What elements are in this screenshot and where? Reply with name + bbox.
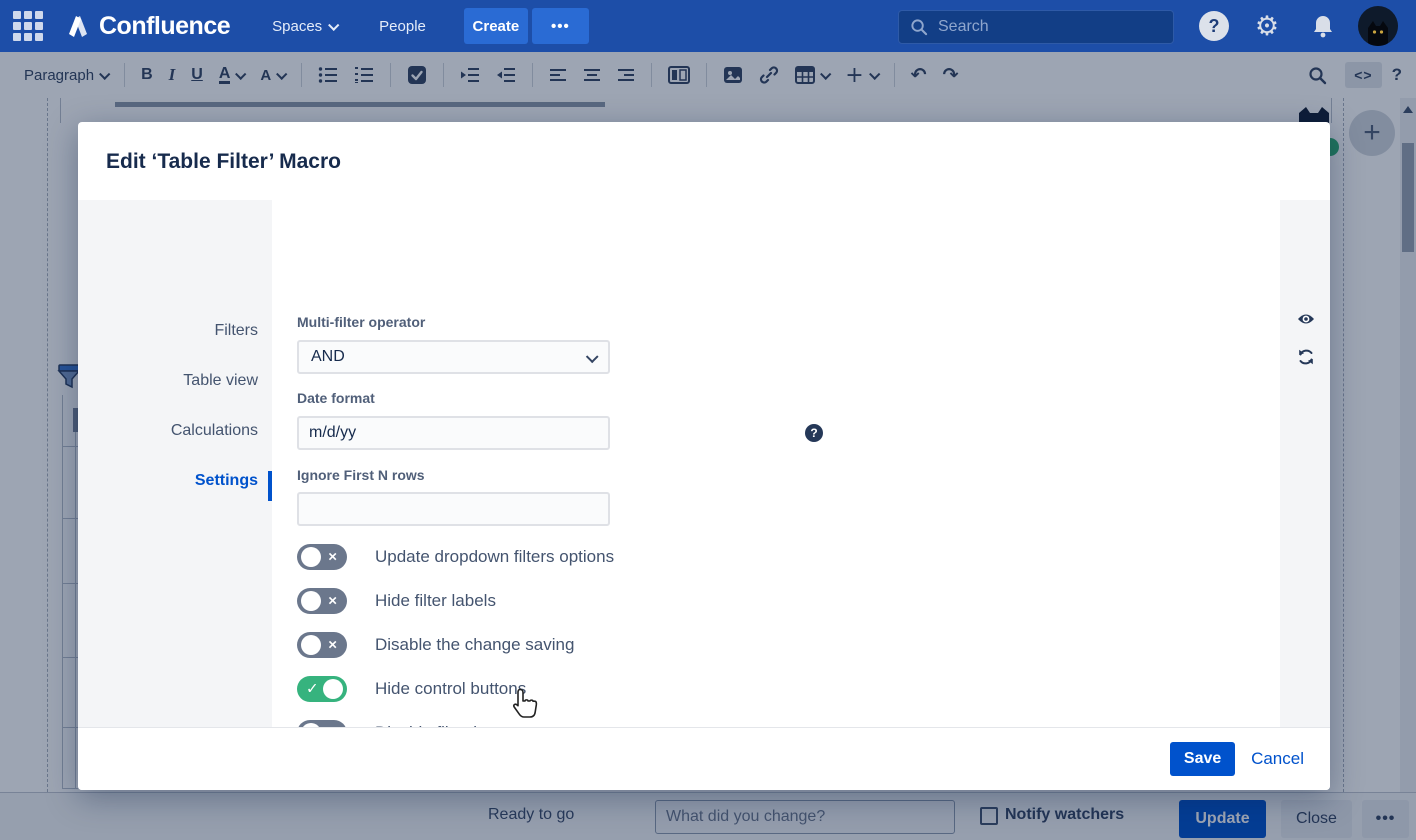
cross-icon: ×: [328, 636, 337, 654]
logo-text: Confluence: [99, 11, 231, 40]
dialog-side-rail: [1280, 200, 1330, 727]
sidebar-item-table-view[interactable]: Table view: [92, 356, 258, 406]
field-label: Ignore First N rows: [297, 467, 425, 483]
check-icon: ✓: [306, 680, 319, 698]
cancel-link[interactable]: Cancel: [1251, 749, 1304, 769]
preview-eye-button[interactable]: [1297, 311, 1315, 332]
create-button[interactable]: Create: [463, 8, 528, 44]
help-button[interactable]: ?: [1197, 0, 1231, 52]
toggle-disable-change-saving[interactable]: ×: [297, 632, 347, 658]
toggle-knob: [301, 547, 321, 567]
toggle-update-dropdown-filters[interactable]: ×: [297, 544, 347, 570]
dialog-title: Edit ‘Table Filter’ Macro: [106, 150, 341, 173]
toggle-knob: [323, 679, 343, 699]
mouse-cursor-pointer: [512, 688, 538, 727]
save-button[interactable]: Save: [1170, 742, 1236, 776]
toggle-knob: [301, 635, 321, 655]
gear-icon: ⚙: [1254, 10, 1280, 42]
search-input[interactable]: [936, 17, 1160, 37]
dialog-sidebar: Filters Table view Calculations Settings…: [78, 200, 272, 787]
toggle-hide-filter-labels[interactable]: ×: [297, 588, 347, 614]
notifications-button[interactable]: [1304, 0, 1342, 52]
multi-filter-operator-select[interactable]: AND: [297, 340, 610, 374]
confluence-logo[interactable]: Confluence: [65, 11, 231, 41]
nav-people-link[interactable]: People: [379, 18, 426, 35]
confluence-mark-icon: [69, 16, 87, 37]
settings-gear-button[interactable]: ⚙: [1248, 0, 1286, 52]
eye-icon: [1298, 314, 1314, 324]
user-avatar[interactable]: [1356, 0, 1400, 52]
toggle-label: Hide filter labels: [375, 591, 496, 610]
cross-icon: ×: [328, 548, 337, 566]
nav-spaces-dropdown[interactable]: Spaces: [272, 17, 340, 35]
avatar-image: [1358, 6, 1398, 46]
toggle-knob: [301, 591, 321, 611]
dialog-footer: Save Cancel: [78, 727, 1330, 790]
refresh-button[interactable]: [1297, 348, 1315, 371]
field-label: Multi-filter operator: [297, 314, 426, 330]
ignore-first-n-rows-input[interactable]: [297, 492, 610, 526]
sidebar-item-calculations[interactable]: Calculations: [92, 406, 258, 456]
settings-panel: Multi-filter operator AND Date format ? …: [272, 200, 1280, 789]
cross-icon: ×: [328, 592, 337, 610]
toggle-label: Update dropdown filters options: [375, 547, 615, 566]
edit-macro-dialog: Edit ‘Table Filter’ Macro Filters Table …: [78, 122, 1330, 790]
confluence-header: Confluence Spaces People Create ••• ? ⚙: [0, 0, 1416, 52]
bell-icon: [1314, 16, 1332, 38]
nav-more-button[interactable]: •••: [531, 8, 589, 44]
toggle-hide-control-buttons[interactable]: ✓: [297, 676, 347, 702]
question-icon: ?: [1199, 11, 1229, 41]
toggle-label: Hide control buttons: [375, 679, 527, 698]
global-search[interactable]: [898, 10, 1174, 44]
app-switcher-icon[interactable]: [13, 11, 43, 41]
refresh-icon: [1299, 349, 1313, 365]
nav-spaces-label: Spaces: [272, 17, 323, 35]
sidebar-item-filters[interactable]: Filters: [92, 306, 258, 356]
date-format-input[interactable]: [297, 416, 610, 450]
nav-people-label: People: [379, 17, 426, 35]
select-value: AND: [311, 348, 345, 365]
field-label: Date format: [297, 390, 375, 406]
date-format-help-icon[interactable]: ?: [805, 424, 823, 442]
dialog-body: Filters Table view Calculations Settings…: [78, 200, 1330, 789]
search-icon: [911, 19, 928, 36]
toggle-label: Disable the change saving: [375, 635, 575, 654]
chevron-down-icon: [328, 19, 340, 31]
sidebar-item-settings[interactable]: Settings: [92, 456, 258, 506]
chevron-down-icon: [585, 349, 599, 363]
